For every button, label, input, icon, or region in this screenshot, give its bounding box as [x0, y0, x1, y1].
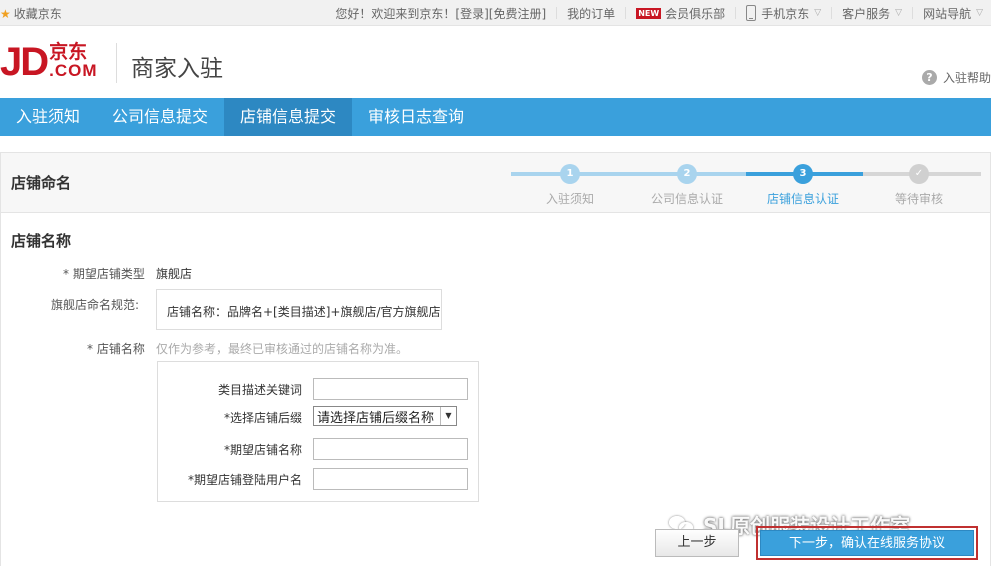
logo-jd-text: JD [0, 40, 49, 84]
next-step-button[interactable]: 下一步，确认在线服务协议 [760, 530, 974, 556]
expected-name-input[interactable] [313, 438, 468, 460]
tab-company-info[interactable]: 公司信息提交 [96, 98, 224, 136]
store-naming-panel: 店铺命名 1 2 3 ✓ 入驻须知 公司信息认证 店铺信息认证 等待审核 店铺名… [0, 152, 991, 566]
step-1-label: 入驻须知 [546, 192, 595, 206]
store-suffix-select[interactable]: 请选择店铺后缀名称 ▼ [313, 406, 457, 426]
divider [116, 43, 117, 83]
category-keyword-label: 类目描述关键词 [217, 383, 302, 397]
tab-review-log[interactable]: 审核日志查询 [352, 98, 480, 136]
section-title: 店铺名称 [11, 232, 72, 250]
chevron-down-icon: ▽ [895, 8, 903, 18]
tab-entry-notice[interactable]: 入驻须知 [0, 98, 96, 136]
header: JD 京东 .COM 商家入驻 ? 入驻帮助 [0, 27, 991, 98]
divider [556, 7, 558, 19]
login-name-input[interactable] [313, 468, 468, 490]
store-name-hint: 仅作为参考，最终已审核通过的店铺名称为准。 [156, 342, 409, 356]
my-orders-link[interactable]: 我的订单 [567, 5, 615, 22]
category-keyword-input[interactable] [313, 378, 468, 400]
step-2-circle: 2 [677, 164, 697, 184]
store-suffix-value: 请选择店铺后缀名称 [317, 410, 435, 426]
step-3-circle: 3 [793, 164, 813, 184]
main-nav: 入驻须知 公司信息提交 店铺信息提交 审核日志查询 [0, 98, 991, 136]
next-step-highlight: 下一步，确认在线服务协议 [756, 526, 978, 560]
step-2-label: 公司信息认证 [651, 192, 724, 206]
divider [831, 7, 833, 19]
star-icon: ★ [0, 6, 11, 21]
customer-service-link[interactable]: 客户服务 [842, 5, 890, 22]
login-link[interactable]: [登录] [455, 5, 488, 22]
help-label: 入驻帮助 [942, 71, 991, 85]
page-title: 商家入驻 [131, 56, 223, 82]
phone-icon [746, 5, 757, 21]
expected-name-label: *期望店铺名称 [223, 443, 302, 457]
store-name-fieldset: 类目描述关键词 *选择店铺后缀 请选择店铺后缀名称 ▼ *期望店铺名称 *期望店… [157, 361, 479, 502]
store-suffix-label: *选择店铺后缀 [223, 411, 302, 425]
logo-com-text: .COM [49, 61, 98, 80]
top-links: 您好！欢迎来到京东！ [登录] [免费注册] 我的订单 NEW 会员俱乐部 手机… [335, 0, 983, 26]
store-type-value: 旗舰店 [156, 267, 193, 281]
favorite-link[interactable]: ★ 收藏京东 [0, 5, 62, 22]
divider [625, 7, 627, 19]
store-name-label: * 店铺名称 [87, 342, 145, 356]
jd-logo[interactable]: JD 京东 .COM [0, 41, 98, 83]
login-name-label: *期望店铺登陆用户名 [187, 473, 302, 487]
store-type-label: * 期望店铺类型 [63, 267, 145, 281]
tab-store-info[interactable]: 店铺信息提交 [224, 98, 353, 136]
club-link[interactable]: 会员俱乐部 [665, 5, 725, 22]
help-link[interactable]: ? 入驻帮助 [921, 69, 991, 86]
naming-rule-box: 店铺名称：品牌名+[类目描述]+旗舰店/官方旗舰店 [156, 289, 442, 330]
prev-step-button[interactable]: 上一步 [655, 529, 739, 557]
panel-title: 店铺命名 [11, 174, 72, 192]
register-link[interactable]: [免费注册] [489, 5, 546, 22]
favorite-label: 收藏京东 [13, 7, 62, 21]
divider [735, 7, 737, 19]
progress-steps: 1 2 3 ✓ 入驻须知 公司信息认证 店铺信息认证 等待审核 [511, 161, 981, 207]
panel-header: 店铺命名 1 2 3 ✓ 入驻须知 公司信息认证 店铺信息认证 等待审核 [1, 153, 990, 213]
welcome-text: 您好！欢迎来到京东！ [335, 6, 456, 21]
divider [912, 7, 914, 19]
top-bar: ★ 收藏京东 您好！欢迎来到京东！ [登录] [免费注册] 我的订单 NEW 会… [0, 0, 991, 26]
step-4-label: 等待审核 [895, 192, 944, 206]
mobile-jd-link[interactable]: 手机京东 [761, 5, 809, 22]
help-icon: ? [921, 70, 937, 85]
chevron-down-icon: ▽ [814, 8, 822, 18]
new-badge: NEW [636, 7, 662, 19]
step-1-circle: 1 [560, 164, 580, 184]
chevron-down-icon: ▽ [976, 8, 983, 18]
naming-rule-label: 旗舰店命名规范: [51, 298, 140, 312]
site-nav-link[interactable]: 网站导航 [923, 5, 971, 22]
step-3-label: 店铺信息认证 [767, 192, 840, 206]
chevron-down-icon: ▼ [440, 407, 456, 425]
logo-cn-text: 京东 [49, 41, 88, 63]
step-4-check-icon: ✓ [909, 164, 929, 184]
